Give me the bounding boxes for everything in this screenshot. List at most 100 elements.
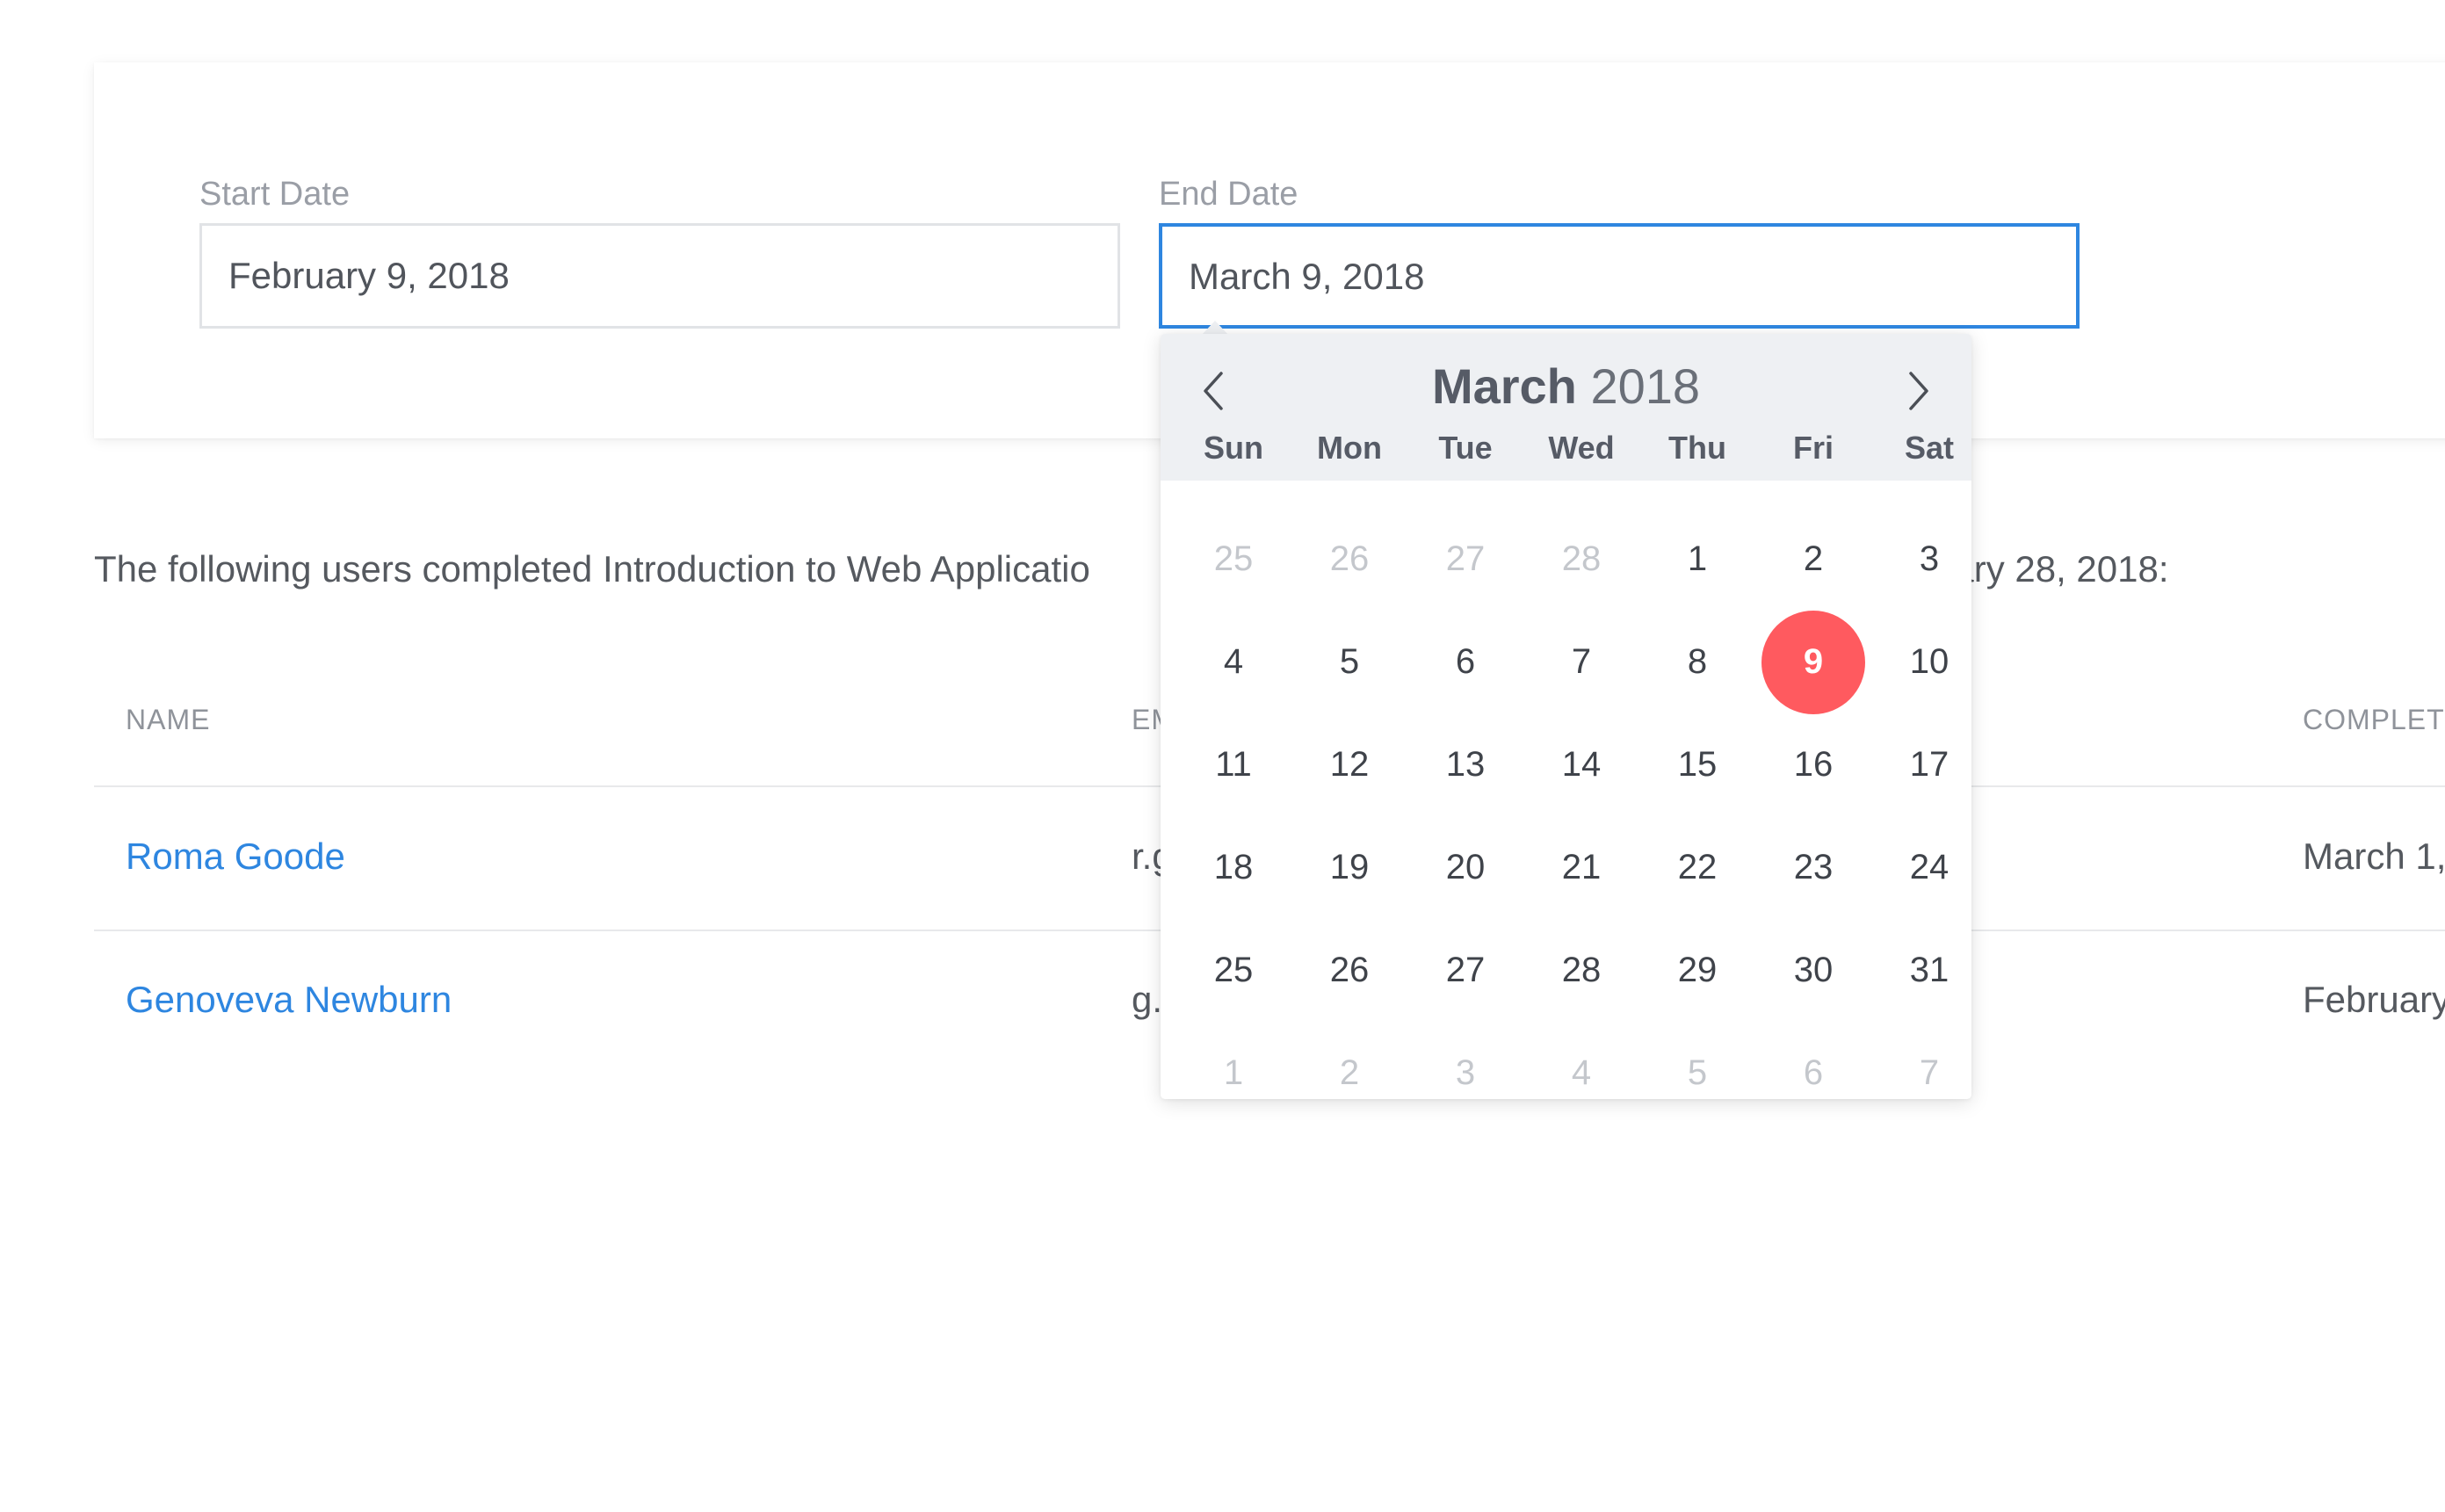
day-cell[interactable]: 22 xyxy=(1639,816,1755,919)
results-summary: The following users completed Introducti… xyxy=(94,548,1090,590)
day-cell[interactable]: 11 xyxy=(1175,713,1291,816)
weekday-row: Sun Mon Tue Wed Thu Fri Sat xyxy=(1175,419,1987,477)
day-cell[interactable]: 2 xyxy=(1755,508,1871,611)
day-number: 6 xyxy=(1455,642,1476,681)
day-cell[interactable]: 6 xyxy=(1755,1022,1871,1125)
day-number: 7 xyxy=(1919,1053,1940,1092)
day-cell[interactable]: 17 xyxy=(1871,713,1987,816)
day-number: 3 xyxy=(1919,539,1940,578)
day-number: 10 xyxy=(1909,642,1949,681)
day-number: 26 xyxy=(1329,951,1370,989)
day-cell[interactable]: 6 xyxy=(1407,611,1523,713)
day-number: 1 xyxy=(1223,1053,1244,1092)
day-number: 28 xyxy=(1561,539,1602,578)
day-number: 18 xyxy=(1213,848,1254,886)
day-cell[interactable]: 29 xyxy=(1639,919,1755,1022)
weekday-label: Thu xyxy=(1668,430,1726,466)
day-number: 6 xyxy=(1803,1053,1824,1092)
day-cell[interactable]: 4 xyxy=(1175,611,1291,713)
day-cell[interactable]: 5 xyxy=(1291,611,1407,713)
day-number: 4 xyxy=(1223,642,1244,681)
day-cell[interactable]: 15 xyxy=(1639,713,1755,816)
day-number: 14 xyxy=(1561,745,1602,784)
day-number: 11 xyxy=(1215,745,1252,784)
day-cell[interactable]: 30 xyxy=(1755,919,1871,1022)
day-cell[interactable]: 5 xyxy=(1639,1022,1755,1125)
day-cell[interactable]: 27 xyxy=(1407,919,1523,1022)
weekday-label: Sun xyxy=(1204,430,1263,466)
day-cell[interactable]: 10 xyxy=(1871,611,1987,713)
day-number: 17 xyxy=(1909,745,1949,784)
day-cell[interactable]: 3 xyxy=(1407,1022,1523,1125)
weekday-label: Tue xyxy=(1438,430,1493,466)
day-cell[interactable]: 24 xyxy=(1871,816,1987,919)
day-cell[interactable]: 16 xyxy=(1755,713,1871,816)
day-number: 1 xyxy=(1687,539,1708,578)
day-number: 12 xyxy=(1329,745,1370,784)
weekday-label: Mon xyxy=(1317,430,1382,466)
day-cell[interactable]: 8 xyxy=(1639,611,1755,713)
column-header-name[interactable]: NAME xyxy=(126,704,210,736)
page: Start Date February 9, 2018 End Date Mar… xyxy=(0,0,2445,1512)
day-cell[interactable]: 2 xyxy=(1291,1022,1407,1125)
start-date-label: Start Date xyxy=(199,176,351,213)
day-cell[interactable]: 23 xyxy=(1755,816,1871,919)
day-number: 7 xyxy=(1571,642,1592,681)
day-number: 15 xyxy=(1677,745,1718,784)
day-cell[interactable]: 25 xyxy=(1175,508,1291,611)
day-grid: 25 26 27 28 1 2 3 4 5 6 7 8 9 10 11 12 13 14 15 16 17 18 19 20 2… xyxy=(1175,508,1987,1125)
day-number: 27 xyxy=(1445,539,1486,578)
day-cell[interactable]: 28 xyxy=(1523,919,1639,1022)
end-date-input[interactable]: March 9, 2018 xyxy=(1159,223,2080,329)
day-number: 23 xyxy=(1793,848,1834,886)
day-cell[interactable]: 12 xyxy=(1291,713,1407,816)
user-name-link[interactable]: Genoveva Newburn xyxy=(126,979,452,1021)
user-email: g. xyxy=(1132,979,1163,1020)
weekday-label: Sat xyxy=(1904,430,1955,466)
day-cell[interactable]: 4 xyxy=(1523,1022,1639,1125)
day-cell[interactable]: 19 xyxy=(1291,816,1407,919)
day-number: 20 xyxy=(1445,848,1486,886)
day-number: 19 xyxy=(1329,848,1370,886)
datepicker-title: March 2018 xyxy=(1161,351,1971,422)
day-number: 25 xyxy=(1213,539,1254,578)
column-header-completed[interactable]: COMPLET xyxy=(2303,704,2445,736)
completion-date: March 1, xyxy=(2303,836,2445,877)
day-cell[interactable]: 18 xyxy=(1175,816,1291,919)
chevron-right-icon xyxy=(1909,372,1928,410)
completion-date: February xyxy=(2303,979,2445,1020)
day-number: 2 xyxy=(1803,539,1824,578)
day-cell[interactable]: 31 xyxy=(1871,919,1987,1022)
day-cell[interactable]: 27 xyxy=(1407,508,1523,611)
day-cell[interactable]: 28 xyxy=(1523,508,1639,611)
day-number: 27 xyxy=(1445,951,1486,989)
day-cell[interactable]: 21 xyxy=(1523,816,1639,919)
start-date-input[interactable]: February 9, 2018 xyxy=(199,223,1120,329)
day-cell[interactable]: 14 xyxy=(1523,713,1639,816)
day-cell-selected[interactable]: 9 xyxy=(1755,610,1871,714)
day-cell[interactable]: 3 xyxy=(1871,508,1987,611)
user-name-link[interactable]: Roma Goode xyxy=(126,836,345,878)
day-number: 16 xyxy=(1793,745,1834,784)
day-number: 2 xyxy=(1339,1053,1360,1092)
day-cell[interactable]: 13 xyxy=(1407,713,1523,816)
day-cell[interactable]: 7 xyxy=(1871,1022,1987,1125)
day-number: 25 xyxy=(1213,951,1254,989)
next-month-button[interactable] xyxy=(1888,360,1949,422)
weekday-label: Fri xyxy=(1792,430,1834,466)
day-number: 26 xyxy=(1329,539,1370,578)
datepicker-caret xyxy=(1202,321,1228,335)
day-number: 29 xyxy=(1677,951,1718,989)
day-number: 28 xyxy=(1561,951,1602,989)
day-cell[interactable]: 26 xyxy=(1291,919,1407,1022)
day-number: 9 xyxy=(1761,610,1865,714)
day-number: 3 xyxy=(1455,1053,1476,1092)
day-cell[interactable]: 25 xyxy=(1175,919,1291,1022)
day-cell[interactable]: 26 xyxy=(1291,508,1407,611)
day-number: 5 xyxy=(1687,1053,1708,1092)
day-cell[interactable]: 20 xyxy=(1407,816,1523,919)
day-cell[interactable]: 7 xyxy=(1523,611,1639,713)
day-cell[interactable]: 1 xyxy=(1175,1022,1291,1125)
day-number: 5 xyxy=(1339,642,1360,681)
day-cell[interactable]: 1 xyxy=(1639,508,1755,611)
